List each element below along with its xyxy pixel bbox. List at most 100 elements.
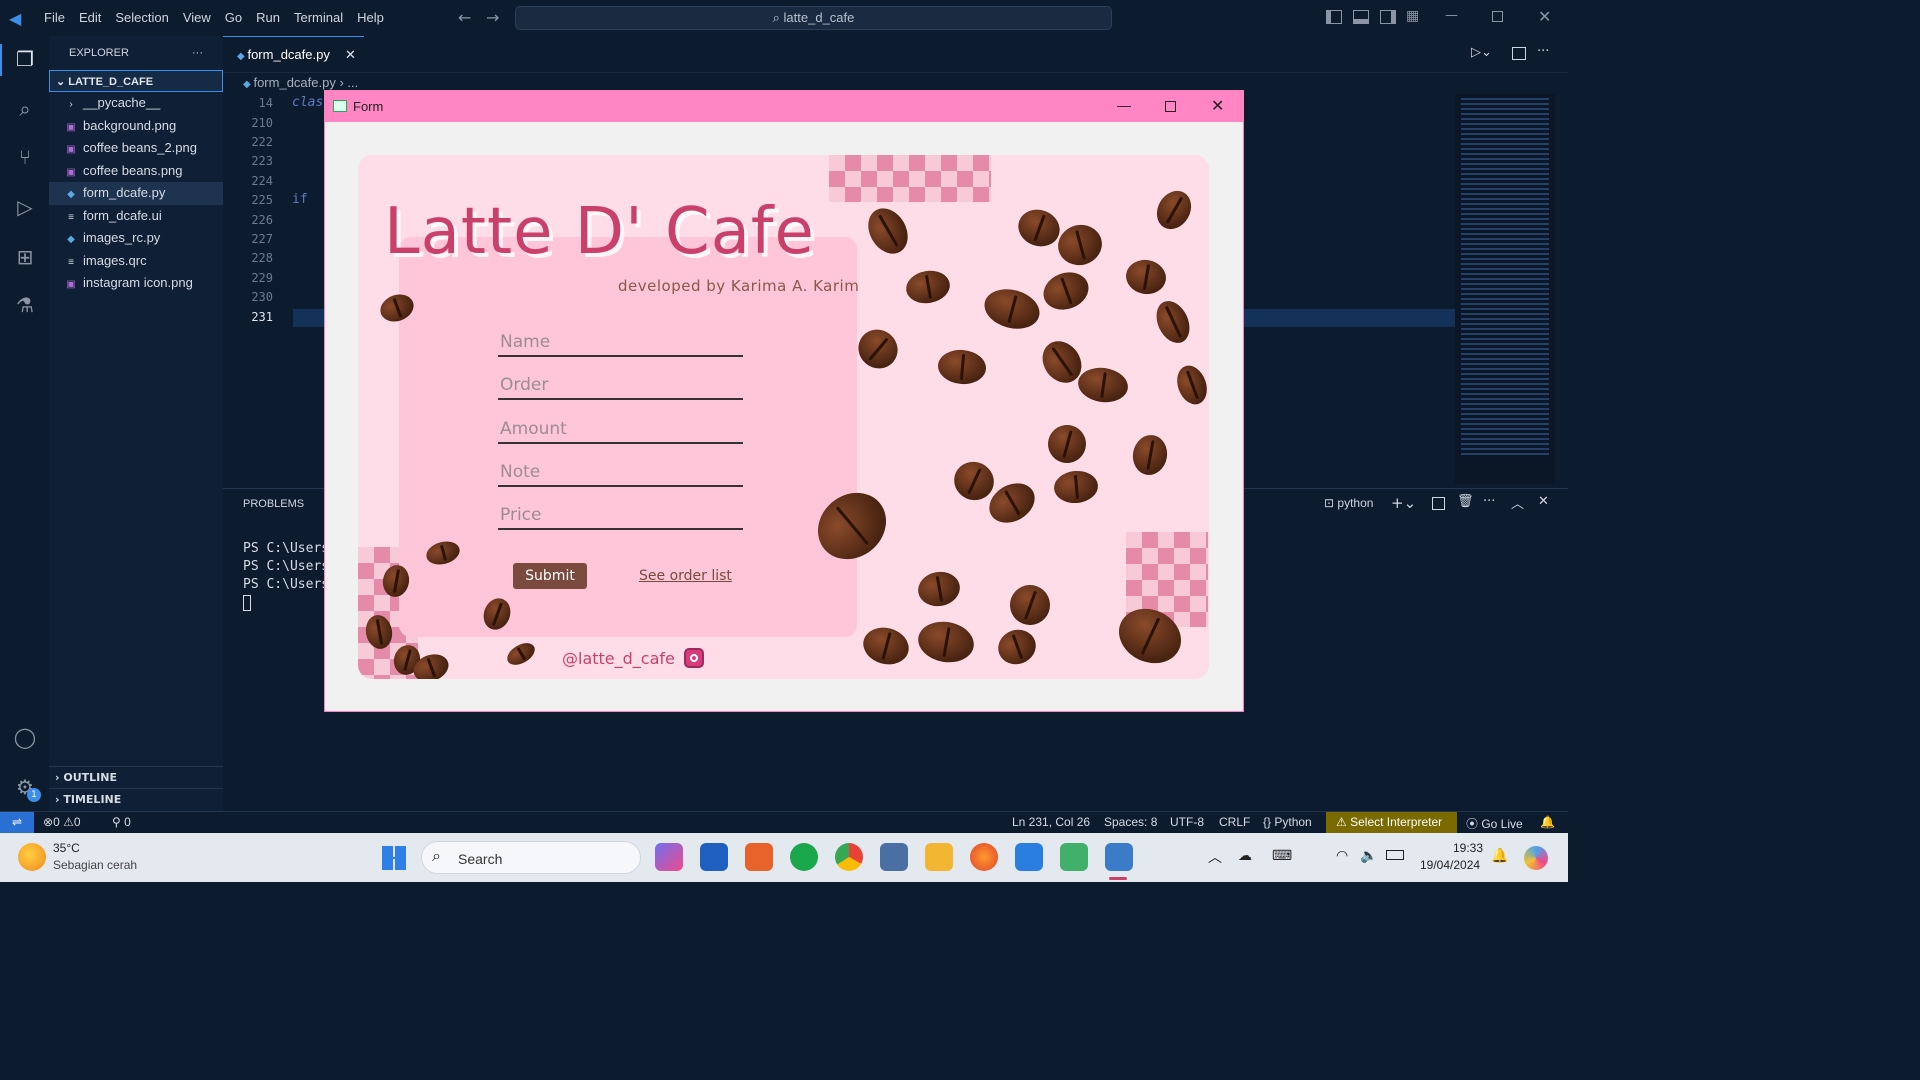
windows-start-icon[interactable] [382,846,406,870]
tab-problems[interactable]: PROBLEMS [243,498,304,510]
outline-section[interactable]: › OUTLINE [49,766,223,788]
minimize-icon[interactable]: — [1445,8,1458,23]
wifi-icon[interactable]: ◠ [1336,847,1348,864]
customize-layout-icon[interactable]: ▦ [1406,8,1419,24]
indentation[interactable]: Spaces: 8 [1104,815,1157,829]
tree-file-form-dcafe-py[interactable]: ◆ form_dcafe.py [49,182,223,205]
new-terminal-icon[interactable]: +⌄ [1391,494,1416,512]
minimap[interactable] [1455,94,1555,484]
split-editor-icon[interactable] [1512,47,1526,60]
breadcrumb[interactable]: ◆ form_dcafe.py › ... [243,75,358,90]
vscode-app-icon[interactable] [1015,843,1043,871]
tree-file-coffee-beans-2[interactable]: ▣ coffee beans_2.png [49,137,223,160]
timeline-section[interactable]: › TIMELINE [49,788,223,810]
account-icon[interactable]: ◯ [12,724,38,750]
close-icon[interactable]: ✕ [1538,7,1551,26]
weather-temperature[interactable]: 35°C [53,841,80,855]
battery-icon[interactable] [1386,850,1404,860]
note-input[interactable]: Note [498,457,743,487]
xampp-app-icon[interactable] [745,843,773,871]
form-minimize-icon[interactable]: — [1117,97,1131,113]
split-terminal-icon[interactable] [1432,497,1445,510]
more-actions-icon[interactable]: ··· [192,36,203,70]
trash-icon[interactable]: 🗑 [1457,494,1474,509]
order-input[interactable]: Order [498,370,743,400]
notification-icon[interactable]: 🔔 [1491,847,1508,864]
menu-go[interactable]: Go [218,10,249,25]
copilot-preview-icon[interactable] [1524,846,1548,870]
menu-edit[interactable]: Edit [72,10,108,25]
volume-icon[interactable]: 🔈 [1360,847,1377,864]
run-python-icon[interactable]: ▷⌄ [1471,45,1492,60]
show-hidden-icons[interactable]: ︿ [1208,847,1222,867]
form-close-icon[interactable]: ✕ [1211,96,1224,116]
language-mode[interactable]: {} Python [1263,815,1312,829]
menu-file[interactable]: File [37,10,72,25]
terminal-line[interactable]: PS C:\Users [243,559,329,574]
tree-file-instagram-icon[interactable]: ▣ instagram icon.png [49,272,223,295]
tree-file-form-dcafe-ui[interactable]: ≡ form_dcafe.ui [49,205,223,228]
tree-folder-pycache[interactable]: › __pycache__ [49,92,223,115]
photos-app-icon[interactable] [880,843,908,871]
python-app-icon[interactable] [1105,843,1133,871]
code-line[interactable]: if [292,192,308,207]
name-input[interactable]: Name [498,327,743,357]
tab-form-dcafe-py[interactable]: ◆ form_dcafe.py ✕ [223,36,364,72]
editor-more-icon[interactable]: ··· [1537,44,1549,59]
terminal-line[interactable]: PS C:\Users [243,577,329,592]
firefox-app-icon[interactable] [970,843,998,871]
ports-status[interactable]: ⚲ 0 [112,815,131,829]
close-panel-icon[interactable]: ✕ [1538,494,1549,509]
instagram-icon[interactable] [684,648,704,668]
go-live[interactable]: ⦿ Go Live [1466,815,1523,832]
select-interpreter[interactable]: ⚠ Select Interpreter [1326,812,1457,834]
source-control-icon[interactable]: ⑂ [12,144,38,170]
see-order-list-link[interactable]: See order list [639,568,732,584]
remote-desktop-app-icon[interactable] [700,843,728,871]
extensions-icon[interactable]: ⊞ [12,244,38,270]
form-maximize-icon[interactable] [1165,101,1176,112]
toggle-sidebar-icon[interactable] [1326,10,1342,24]
menu-selection[interactable]: Selection [108,10,175,25]
tree-file-images-qrc[interactable]: ≡ images.qrc [49,250,223,273]
tree-file-background[interactable]: ▣ background.png [49,115,223,138]
maximize-panel-icon[interactable]: ︿ [1511,493,1524,512]
submit-button[interactable]: Submit [513,563,587,589]
notifications-bell-icon[interactable]: 🔔 [1540,815,1555,829]
encoding[interactable]: UTF-8 [1170,815,1204,829]
spotify-app-icon[interactable] [790,843,818,871]
clock-date[interactable]: 19/04/2024 [1420,858,1480,872]
menu-view[interactable]: View [176,10,218,25]
weather-description[interactable]: Sebagian cerah [53,858,137,872]
command-search[interactable]: ⌕ latte_d_cafe [515,6,1112,30]
taskbar-search[interactable]: ⌕ Search [421,841,641,874]
code-line[interactable]: clas [292,95,323,110]
amount-input[interactable]: Amount [498,414,743,444]
restore-icon[interactable] [1492,11,1503,22]
chrome-app-icon[interactable] [835,843,863,871]
price-input[interactable]: Price [498,500,743,530]
copilot-app-icon[interactable] [655,843,683,871]
clock-time[interactable]: 19:33 [1453,841,1483,855]
toggle-panel-icon[interactable] [1353,10,1369,24]
keyboard-icon[interactable]: ⌨ [1272,847,1292,864]
weather-icon[interactable] [18,843,46,871]
terminal-line[interactable]: PS C:\Users [243,541,329,556]
explorer-icon[interactable]: ❐ [12,46,38,72]
end-of-line[interactable]: CRLF [1219,815,1250,829]
menu-terminal[interactable]: Terminal [287,10,350,25]
tree-file-coffee-beans[interactable]: ▣ coffee beans.png [49,160,223,183]
menu-help[interactable]: Help [350,10,391,25]
instagram-handle[interactable]: @latte_d_cafe [562,649,675,668]
problems-status[interactable]: ⊗0 ⚠0 [43,815,81,829]
cursor-position[interactable]: Ln 231, Col 26 [1012,815,1090,829]
menu-run[interactable]: Run [249,10,287,25]
remote-indicator-icon[interactable]: ⇌ [0,812,34,834]
file-explorer-icon[interactable] [925,843,953,871]
toggle-secondary-sidebar-icon[interactable] [1380,10,1396,24]
forward-arrow-icon[interactable]: → [486,8,499,27]
qt-designer-app-icon[interactable] [1060,843,1088,871]
tab-close-icon[interactable]: ✕ [345,37,356,72]
search-icon[interactable]: ⌕ [12,96,38,122]
run-debug-icon[interactable]: ▷ [12,194,38,220]
